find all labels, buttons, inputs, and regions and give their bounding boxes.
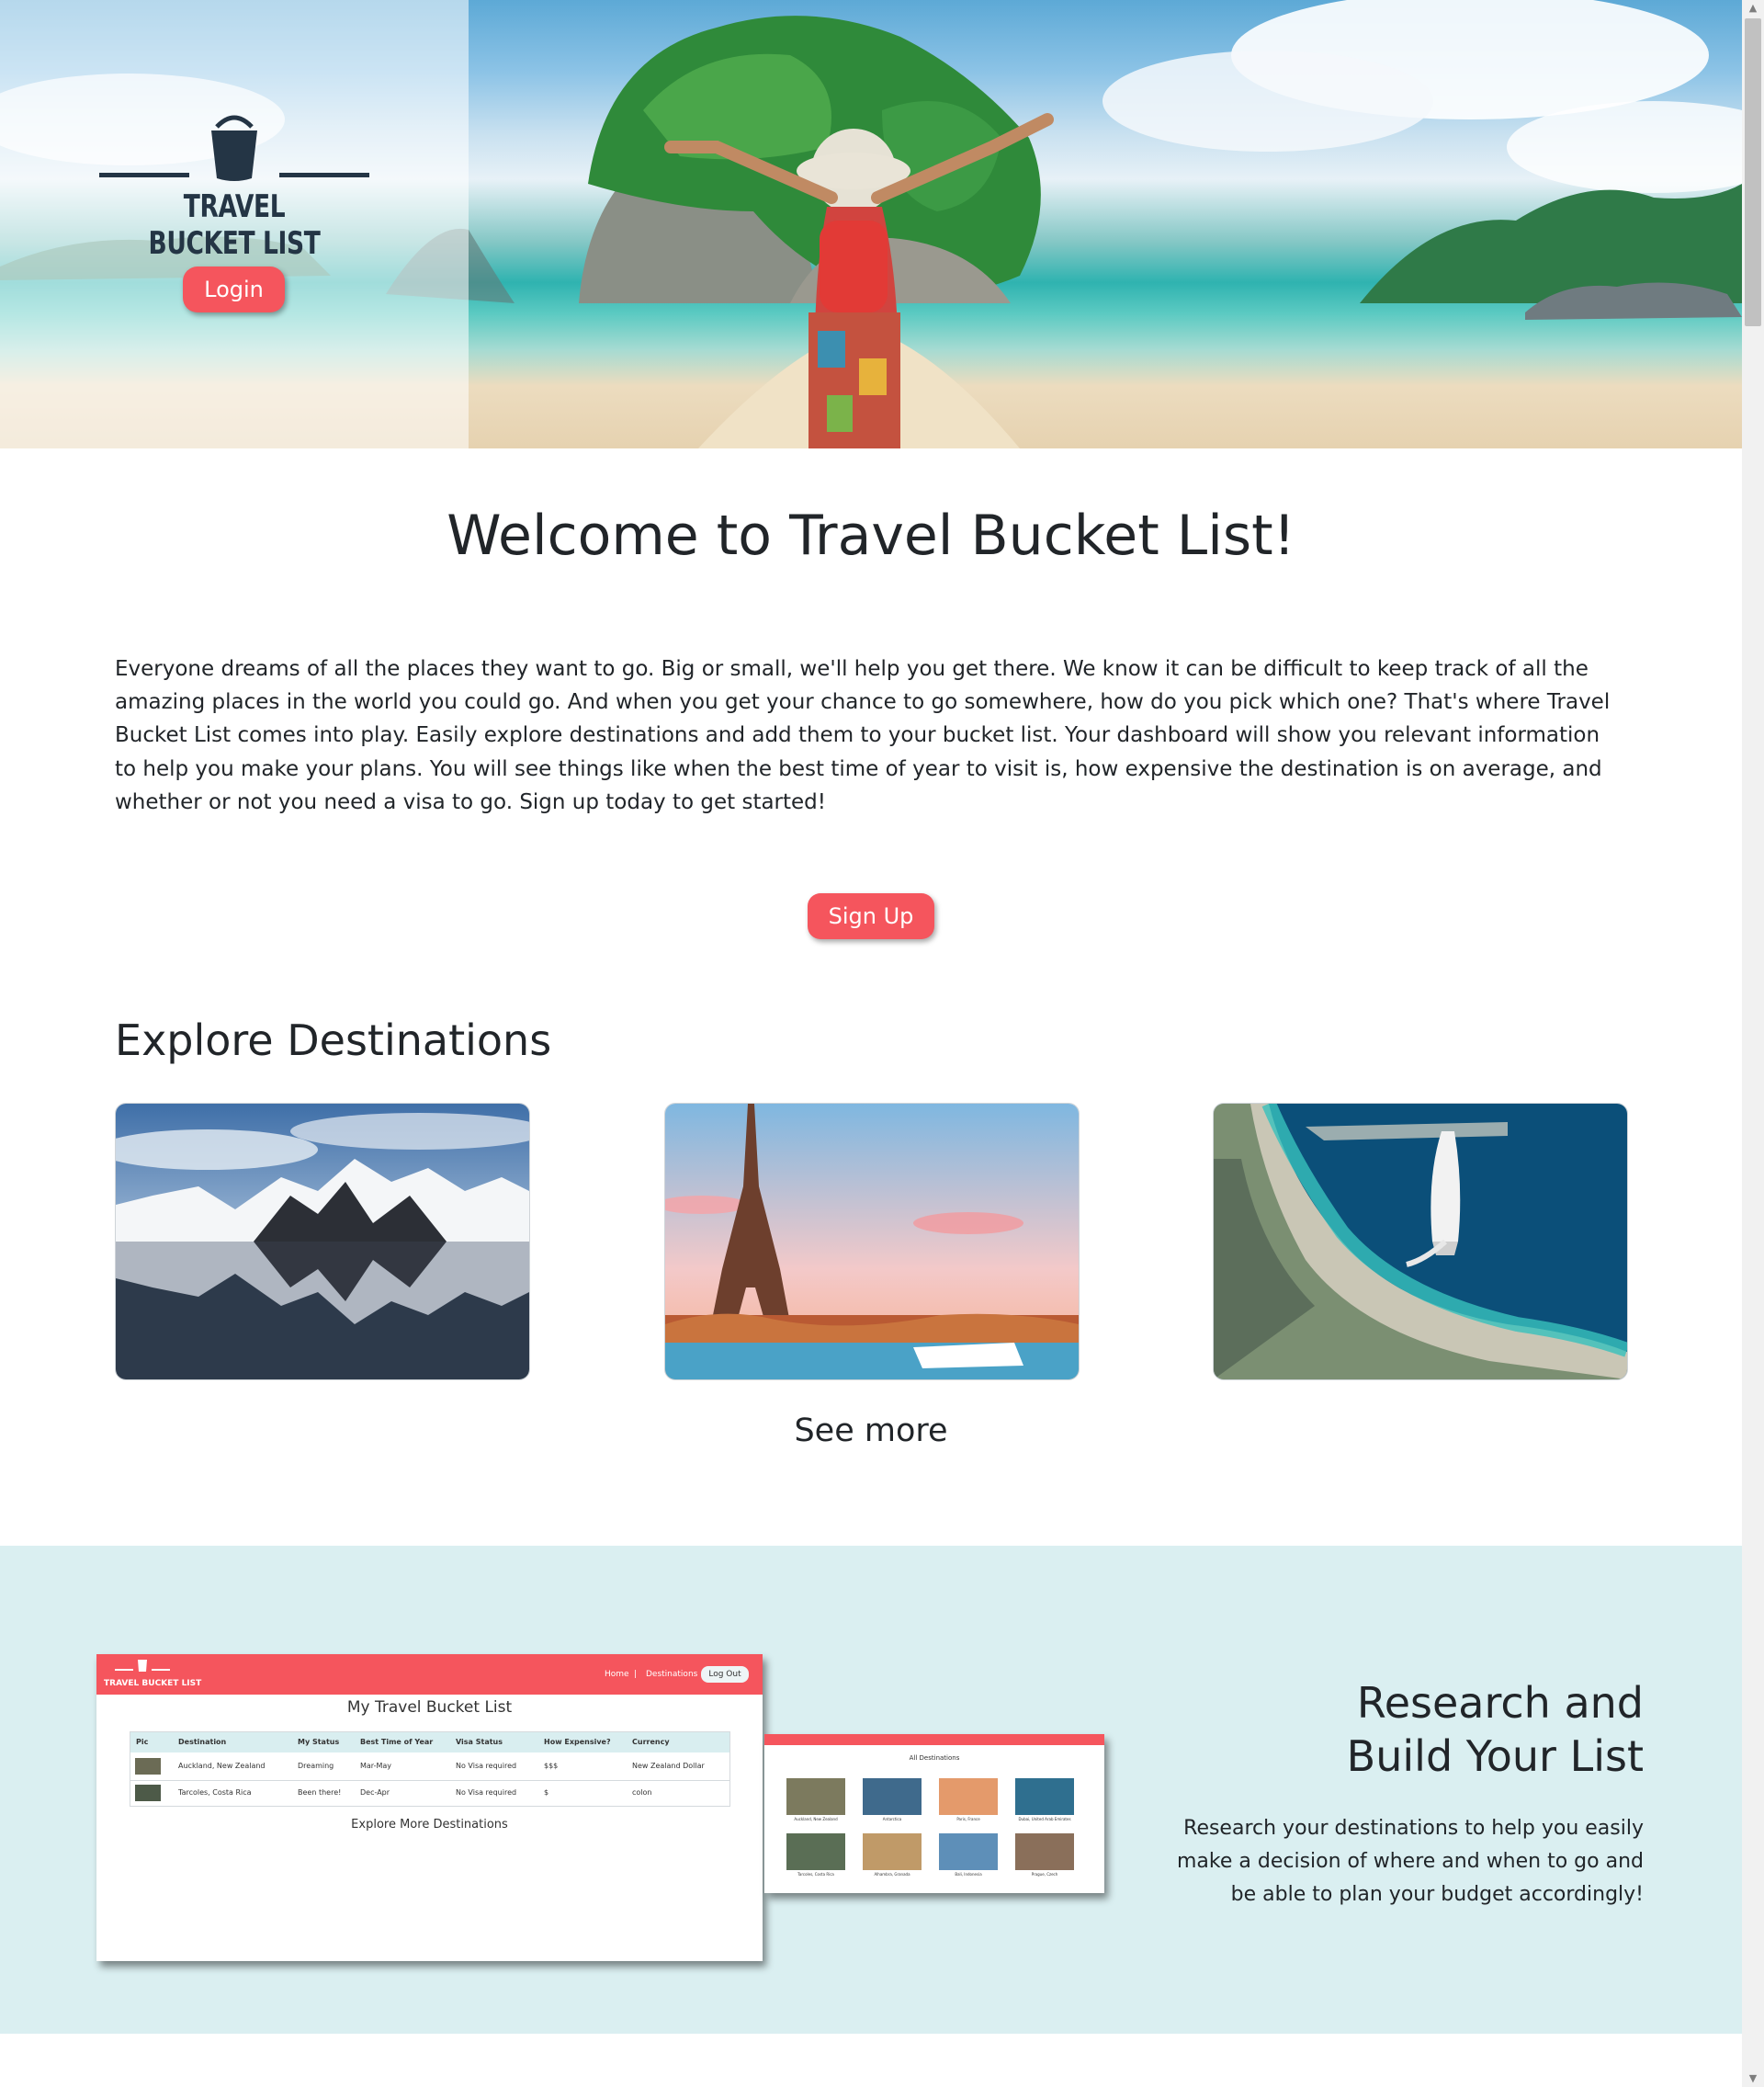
signup-button[interactable]: Sign Up [808, 893, 934, 939]
preview-cell: Dec-Apr [360, 1788, 390, 1797]
destination-card-antarctica[interactable] [115, 1103, 530, 1380]
page-title: Welcome to Travel Bucket List! [447, 504, 1295, 568]
preview-logout: Log Out [701, 1666, 749, 1683]
research-section: TRAVEL BUCKET LIST Home | Destinations L… [0, 1546, 1742, 2034]
preview-col: Visa Status [456, 1738, 503, 1746]
preview-col: Destination [178, 1738, 227, 1746]
preview-col: Pic [136, 1738, 149, 1746]
preview2-thumb [786, 1778, 845, 1815]
preview2-thumb [939, 1833, 998, 1870]
preview-nav-destinations: Destinations [646, 1670, 698, 1679]
scroll-up-arrow-icon[interactable]: ▲ [1742, 0, 1764, 17]
preview-table: Pic Destination My Status Best Time of Y… [130, 1731, 730, 1807]
logo-text: TRAVEL BUCKET LIST [148, 188, 321, 262]
destination-card-paris[interactable] [664, 1103, 1080, 1380]
preview-cell: Been there! [298, 1788, 342, 1797]
preview-cell: No Visa required [456, 1788, 517, 1797]
preview-cell: Dreaming [298, 1762, 334, 1770]
preview2-caption: Prague, Czech [1031, 1872, 1058, 1877]
see-more-link[interactable]: See more [0, 1412, 1742, 1449]
scroll-down-arrow-icon[interactable]: ▼ [1742, 2070, 1764, 2087]
preview-col: My Status [298, 1738, 340, 1746]
preview-header: TRAVEL BUCKET LIST Home | Destinations L… [96, 1654, 763, 1695]
intro-paragraph: Everyone dreams of all the places they w… [115, 657, 1611, 814]
destinations-preview: All Destinations Auckland, New Zealand A… [764, 1734, 1104, 1893]
preview2-caption: Dubai, United Arab Emirates [1018, 1817, 1071, 1821]
eiffel-tower-photo [665, 1104, 1079, 1379]
preview-cell: $ [544, 1788, 549, 1797]
preview-cell: colon [632, 1788, 652, 1797]
logo[interactable]: TRAVEL BUCKET LIST [99, 110, 369, 262]
preview-cell: New Zealand Dollar [632, 1762, 705, 1770]
preview2-thumb [1015, 1778, 1074, 1815]
preview-row-pic [135, 1758, 161, 1775]
login-button[interactable]: Login [183, 267, 285, 312]
preview-nav-separator: | [634, 1670, 638, 1679]
preview-col: How Expensive? [544, 1738, 611, 1746]
preview-nav-home: Home [605, 1670, 629, 1679]
preview2-thumb [939, 1778, 998, 1815]
preview-explore-more: Explore More Destinations [351, 1818, 508, 1832]
preview-bucket-icon [115, 1660, 170, 1672]
destination-card-dubai[interactable] [1213, 1103, 1628, 1380]
preview-cell: No Visa required [456, 1762, 517, 1770]
scroll-thumb[interactable] [1745, 18, 1761, 326]
preview-col: Best Time of Year [360, 1738, 434, 1746]
preview2-thumb [786, 1833, 845, 1870]
snowy-mountains-photo [116, 1104, 529, 1379]
preview-logo-text: TRAVEL BUCKET LIST [104, 1679, 202, 1688]
preview2-caption: Alhambra, Granada [874, 1872, 910, 1877]
preview2-title: All Destinations [909, 1754, 960, 1762]
preview2-thumb [863, 1833, 922, 1870]
preview-col: Currency [632, 1738, 670, 1746]
preview-cell: Tarcoles, Costa Rica [178, 1788, 252, 1797]
preview2-caption: Bali, Indonesia [955, 1872, 982, 1877]
dashboard-preview: TRAVEL BUCKET LIST Home | Destinations L… [96, 1654, 763, 1961]
burj-al-arab-photo [1214, 1104, 1627, 1379]
preview-cell: Mar-May [360, 1762, 392, 1770]
preview2-caption: Tarcoles, Costa Rica [797, 1872, 834, 1877]
preview-cell: $$$ [544, 1762, 559, 1770]
research-text: Research your destinations to help you e… [1177, 1817, 1644, 1906]
research-title: Research and Build Your List [1346, 1678, 1644, 1781]
preview2-caption: Antarctica [882, 1817, 902, 1821]
explore-title: Explore Destinations [115, 1015, 552, 1065]
preview-row-pic [135, 1785, 161, 1801]
preview2-thumb [1015, 1833, 1074, 1870]
page-scrollbar[interactable]: ▲ ▼ [1742, 0, 1764, 2087]
preview2-thumb [863, 1778, 922, 1815]
preview-cell: Auckland, New Zealand [178, 1762, 266, 1770]
preview2-caption: Auckland, New Zealand [794, 1817, 838, 1821]
preview-title: My Travel Bucket List [346, 1698, 513, 1717]
hero-banner: TRAVEL BUCKET LIST Login [0, 0, 1742, 448]
preview2-header [764, 1734, 1104, 1745]
preview2-caption: Paris, France [956, 1817, 980, 1821]
